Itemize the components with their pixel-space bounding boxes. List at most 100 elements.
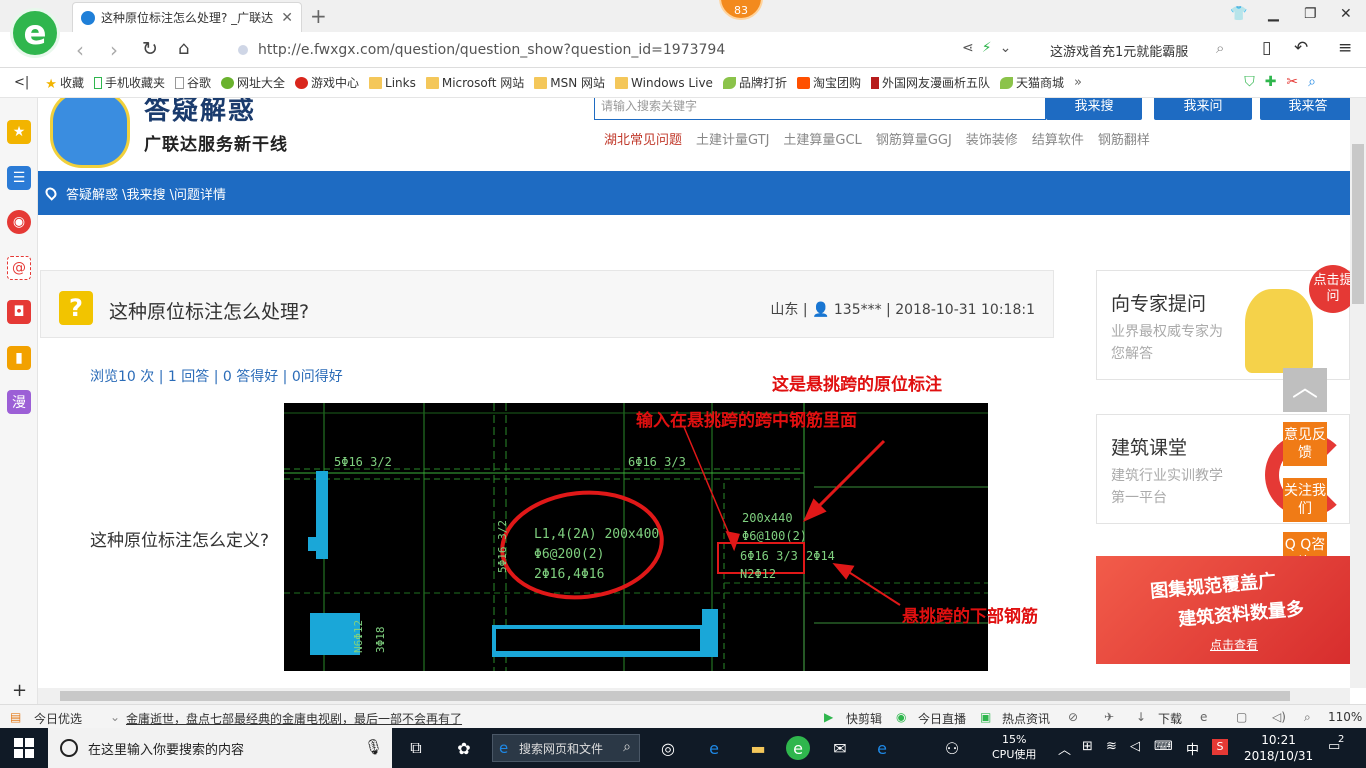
- address-input[interactable]: http://e.fwxgx.com/question/question_sho…: [238, 37, 1038, 63]
- favorites-star-icon[interactable]: ★: [7, 120, 31, 144]
- fan-app-icon[interactable]: ✿: [452, 736, 476, 760]
- microphone-icon[interactable]: 🎙: [364, 738, 383, 756]
- sogou-ime-icon[interactable]: S: [1212, 739, 1228, 755]
- file-explorer-icon[interactable]: ▬: [746, 736, 770, 760]
- 360-safe-browser-icon[interactable]: e: [786, 736, 810, 760]
- window-icon[interactable]: ▢: [1236, 710, 1247, 724]
- mail-icon[interactable]: ✉: [828, 736, 852, 760]
- category-link[interactable]: 结算软件: [1032, 129, 1084, 148]
- category-link[interactable]: 装饰装修: [966, 129, 1018, 148]
- ask-button[interactable]: 我来问: [1154, 98, 1252, 120]
- vertical-scrollbar[interactable]: [1350, 98, 1366, 688]
- bookmark-item[interactable]: 网址大全: [220, 74, 285, 91]
- shirt-skin-icon[interactable]: 👕: [1230, 6, 1247, 22]
- windows-start-icon[interactable]: [14, 738, 34, 758]
- download-link[interactable]: 下载: [1158, 710, 1182, 727]
- bookmark-item[interactable]: 淘宝团购: [796, 74, 861, 91]
- volume-icon[interactable]: ◁): [1272, 710, 1286, 724]
- back-to-top-button[interactable]: ︿: [1283, 368, 1327, 412]
- bookmark-book-icon[interactable]: ▮: [7, 346, 31, 370]
- tab-question[interactable]: 这种原位标注怎么处理? _广联达 ✕: [72, 2, 302, 32]
- answer-button[interactable]: 我来答: [1260, 98, 1350, 120]
- network-icon[interactable]: ⊞: [1082, 739, 1093, 754]
- web-search-box[interactable]: e 搜索网页和文件 ⌕: [492, 734, 640, 762]
- cpu-usage[interactable]: 15% CPU使用: [992, 732, 1036, 762]
- new-tab-button[interactable]: +: [310, 4, 327, 28]
- close-tab-icon[interactable]: ✕: [281, 10, 293, 26]
- bookmark-item[interactable]: 天猫商城: [999, 74, 1064, 91]
- ad-view-link[interactable]: 点击查看: [1210, 636, 1258, 653]
- category-link[interactable]: 土建计量GTJ: [696, 129, 769, 148]
- bookmark-item[interactable]: MSN 网站: [534, 74, 605, 91]
- breadcrumb-text[interactable]: 答疑解惑 \我来搜 \问题详情: [66, 184, 226, 203]
- scroll-thumb[interactable]: [1352, 144, 1364, 304]
- category-link[interactable]: 土建算量GCL: [783, 129, 861, 148]
- today-picks[interactable]: 今日优选: [34, 710, 82, 727]
- menu-icon[interactable]: ≡: [1338, 38, 1352, 58]
- forward-icon[interactable]: ›: [110, 38, 118, 62]
- bookmark-item[interactable]: Microsoft 网站: [425, 74, 524, 91]
- category-link[interactable]: 钢筋算量GGJ: [876, 129, 952, 148]
- ask-expert-card[interactable]: 向专家提问 业界最权威专家为您解答 点击提问: [1096, 265, 1350, 380]
- people-icon[interactable]: ⚇: [940, 736, 964, 760]
- cad-screenshot-image[interactable]: 5Φ16 3/2 6Φ16 3/3 L1,4(2A) 200x400 Φ6@20…: [284, 403, 988, 671]
- task-view-icon[interactable]: ⧉: [404, 736, 428, 760]
- bookmark-item[interactable]: 游戏中心: [295, 74, 359, 91]
- news-list-icon[interactable]: ☰: [7, 166, 31, 190]
- system-clock[interactable]: 10:21 2018/10/31: [1244, 732, 1313, 764]
- phone-icon[interactable]: ▯: [1262, 38, 1271, 58]
- ime-indicator[interactable]: 中: [1186, 739, 1199, 758]
- site-search-input[interactable]: 请输入搜索关键字: [594, 98, 1046, 120]
- comic-icon[interactable]: 漫: [7, 390, 31, 414]
- news-ticker[interactable]: 金庸逝世，盘点七部最经典的金庸电视剧，最后一部不会再有了: [126, 710, 462, 727]
- live-link[interactable]: 今日直播: [918, 710, 966, 727]
- undo-icon[interactable]: ↶: [1294, 38, 1308, 58]
- search-button[interactable]: 我来搜: [1046, 98, 1142, 120]
- share-lightning-icons[interactable]: ⋖⚡⌄: [962, 40, 1019, 56]
- weibo-icon[interactable]: ◉: [7, 210, 31, 234]
- restore-icon[interactable]: ❐: [1304, 6, 1317, 22]
- wifi-icon[interactable]: ≋: [1106, 739, 1117, 754]
- bookmark-item[interactable]: ★ 收藏: [45, 74, 84, 92]
- 360-browser-icon[interactable]: ◎: [656, 736, 680, 760]
- scroll-thumb[interactable]: [60, 691, 1290, 701]
- bookmark-item[interactable]: 外国网友漫画析五队: [870, 74, 990, 91]
- zoom-level[interactable]: 110%: [1328, 710, 1362, 724]
- ad-banner[interactable]: 图集规范覆盖广 建筑资料数量多 点击查看: [1096, 556, 1350, 664]
- back-icon[interactable]: ‹: [76, 38, 84, 62]
- taskbar-search-input[interactable]: 在这里输入你要搜索的内容: [48, 728, 392, 768]
- site-logo[interactable]: 答疑解惑 广联达服务新干线: [48, 98, 308, 170]
- collapse-sidebar-icon[interactable]: <|: [14, 75, 29, 90]
- pin-icon[interactable]: ✈: [1104, 710, 1114, 724]
- speaker-icon[interactable]: ◁: [1130, 739, 1140, 754]
- email-icon[interactable]: @: [7, 256, 31, 280]
- ie-mode-icon[interactable]: e: [1200, 710, 1207, 724]
- home-icon[interactable]: ⌂: [178, 38, 189, 59]
- add-sidebar-icon[interactable]: +: [12, 680, 27, 701]
- more-bookmarks-icon[interactable]: »: [1074, 75, 1082, 90]
- internet-explorer-icon[interactable]: e: [702, 736, 726, 760]
- bookmark-item[interactable]: Links: [369, 76, 416, 90]
- tray-expand-icon[interactable]: ︿: [1058, 739, 1071, 758]
- follow-us-button[interactable]: 关注我们: [1283, 478, 1327, 522]
- quick-edit-link[interactable]: 快剪辑: [846, 710, 882, 727]
- bookmark-item[interactable]: 手机收藏夹: [93, 74, 165, 91]
- bookmark-item[interactable]: Windows Live: [615, 76, 713, 90]
- extension-icons[interactable]: ⛉✚✂⌕: [1244, 74, 1326, 90]
- refresh-icon[interactable]: ↻: [142, 38, 158, 60]
- notification-badge[interactable]: 83: [719, 0, 763, 20]
- search-suggestion[interactable]: 这游戏首充1元就能霸服: [1050, 41, 1188, 60]
- speed-icon[interactable]: ⊘: [1068, 710, 1078, 724]
- click-ask-bubble[interactable]: 点击提问: [1309, 265, 1350, 313]
- bookmark-item[interactable]: 品牌打折: [722, 74, 787, 91]
- minimize-icon[interactable]: ▁: [1268, 6, 1279, 22]
- close-window-icon[interactable]: ✕: [1340, 6, 1352, 22]
- horizontal-scrollbar[interactable]: [38, 688, 1350, 704]
- edge-icon[interactable]: e: [870, 736, 894, 760]
- category-link[interactable]: 湖北常见问题: [604, 129, 682, 148]
- feedback-button[interactable]: 意见反馈: [1283, 422, 1327, 466]
- keyboard-icon[interactable]: ⌨: [1154, 739, 1173, 754]
- hot-news-link[interactable]: 热点资讯: [1002, 710, 1050, 727]
- game-controller-icon[interactable]: ◘: [7, 300, 31, 324]
- category-link[interactable]: 钢筋翻样: [1098, 129, 1150, 148]
